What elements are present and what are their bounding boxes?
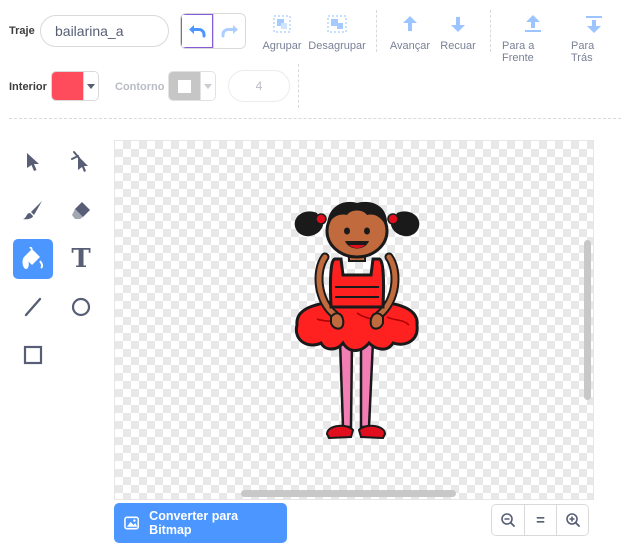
- zoom-in-button[interactable]: [556, 505, 588, 535]
- fill-color-swatch: [52, 72, 83, 100]
- rect-tool[interactable]: [13, 335, 53, 375]
- arrow-up-icon: [403, 16, 417, 31]
- outline-swatch-inner: [177, 79, 191, 93]
- ungroup-button[interactable]: Desagrupar: [308, 12, 366, 52]
- bring-front-icon: [525, 15, 541, 32]
- chevron-down-icon: [86, 83, 95, 89]
- circle-icon: [71, 297, 91, 317]
- redo-button[interactable]: [213, 14, 245, 48]
- outline-width-input[interactable]: 4: [228, 70, 290, 102]
- bring-front-label: Para a Frente: [502, 40, 535, 64]
- undo-icon: [189, 25, 206, 38]
- style-separator: [298, 64, 299, 108]
- toolbar-separator: [490, 10, 491, 52]
- arrow-down-icon: [451, 17, 465, 32]
- fill-label: Interior: [9, 81, 47, 93]
- group-label: Agrupar: [262, 40, 302, 52]
- costume-name-input[interactable]: bailarina_a: [40, 15, 169, 47]
- ungroup-icon: [327, 15, 347, 33]
- text-tool[interactable]: T: [61, 239, 101, 279]
- line-tool[interactable]: [13, 287, 53, 327]
- outline-label: Contorno: [115, 81, 165, 93]
- convert-bitmap-label: Converter para Bitmap: [149, 509, 239, 537]
- fill-dropdown[interactable]: [82, 72, 98, 100]
- bring-front-button[interactable]: Para a Frente: [502, 12, 564, 64]
- select-tool[interactable]: [13, 142, 53, 182]
- forward-label: Avançar: [389, 40, 431, 52]
- backward-label: Recuar: [440, 40, 476, 52]
- zoom-out-icon: [501, 513, 515, 527]
- reshape-tool[interactable]: [61, 142, 101, 182]
- ungroup-label: Desagrupar: [308, 40, 366, 52]
- toolbar-divider: [9, 118, 621, 119]
- paint-canvas[interactable]: [114, 140, 594, 500]
- reshape-icon: [71, 151, 88, 172]
- arrow-icon: [27, 153, 39, 171]
- undo-button[interactable]: [181, 14, 213, 48]
- zoom-in-icon: [565, 513, 580, 527]
- zoom-out-button[interactable]: [492, 505, 524, 535]
- fill-color-picker[interactable]: [51, 71, 99, 101]
- group-icon: [273, 15, 291, 33]
- toolbar-separator: [376, 10, 377, 52]
- zoom-controls: =: [491, 504, 589, 536]
- undo-redo-group: [180, 13, 246, 49]
- brush-icon: [23, 201, 42, 220]
- chevron-down-icon: [203, 83, 212, 89]
- brush-tool[interactable]: [13, 190, 53, 230]
- group-button[interactable]: Agrupar: [262, 12, 302, 52]
- send-back-button[interactable]: Para Trás: [571, 12, 617, 64]
- backward-button[interactable]: Recuar: [439, 12, 477, 52]
- rect-icon: [23, 345, 43, 365]
- costume-label: Traje: [9, 25, 35, 37]
- eraser-tool[interactable]: [61, 190, 101, 230]
- eraser-icon: [72, 202, 90, 219]
- zoom-reset-icon: =: [536, 511, 545, 529]
- circle-tool[interactable]: [61, 287, 101, 327]
- outline-color-swatch: [169, 72, 200, 100]
- text-icon: T: [71, 244, 91, 274]
- convert-bitmap-button[interactable]: Converter para Bitmap: [114, 503, 287, 543]
- ballerina-sprite[interactable]: [287, 201, 427, 447]
- zoom-reset-button[interactable]: =: [524, 505, 556, 535]
- horizontal-scrollbar[interactable]: [241, 490, 456, 497]
- send-back-icon: [586, 16, 602, 33]
- redo-icon: [221, 25, 238, 38]
- bucket-icon: [22, 247, 44, 269]
- line-icon: [24, 297, 42, 317]
- outline-dropdown[interactable]: [199, 72, 215, 100]
- vertical-scrollbar[interactable]: [584, 240, 591, 400]
- forward-button[interactable]: Avançar: [389, 12, 431, 52]
- outline-color-picker[interactable]: [168, 71, 216, 101]
- fill-tool[interactable]: [13, 239, 53, 279]
- image-icon: [124, 516, 139, 530]
- send-back-label: Para Trás: [571, 40, 595, 64]
